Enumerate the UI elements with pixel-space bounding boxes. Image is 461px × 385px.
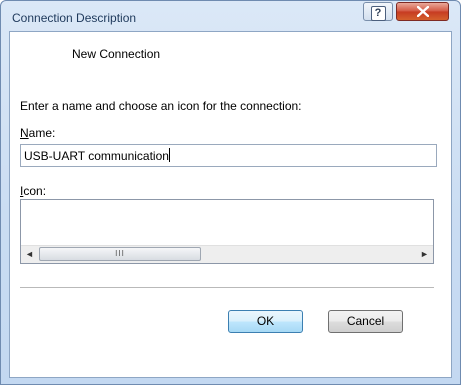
name-input-value: USB-UART communication	[24, 149, 169, 163]
help-button[interactable]: ?	[363, 2, 393, 21]
scroll-right-arrow-icon[interactable]: ►	[416, 246, 433, 263]
icon-list[interactable]: ◄ III ►	[20, 199, 434, 264]
window-title: Connection Description	[12, 11, 137, 25]
instruction-text: Enter a name and choose an icon for the …	[20, 99, 302, 113]
dialog-window: Connection Description ? New Connection …	[0, 0, 461, 385]
horizontal-scrollbar[interactable]: ◄ III ►	[21, 245, 433, 263]
separator	[20, 287, 434, 289]
cancel-button[interactable]: Cancel	[328, 310, 403, 333]
scroll-left-arrow-icon[interactable]: ◄	[21, 246, 38, 263]
name-input[interactable]: USB-UART communication	[20, 144, 437, 167]
name-label: Name:	[20, 126, 56, 140]
help-icon: ?	[370, 6, 386, 21]
scroll-thumb[interactable]: III	[39, 247, 201, 261]
text-caret	[168, 148, 170, 162]
ok-button[interactable]: OK	[228, 310, 303, 333]
close-button[interactable]	[396, 2, 449, 21]
title-bar[interactable]: Connection Description ?	[1, 1, 460, 31]
close-x-icon	[416, 5, 429, 18]
dialog-header: New Connection	[72, 47, 161, 61]
icon-label: Icon:	[20, 184, 47, 198]
